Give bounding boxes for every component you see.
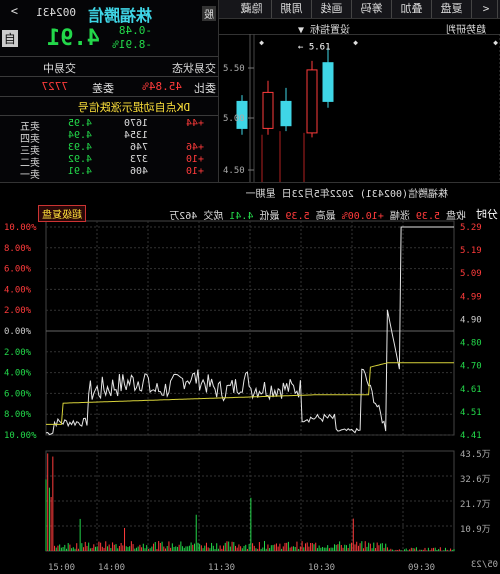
intraday-chart: 5.29 5.19 5.09 4.99 4.90 4.80 4.70 4.61 4.51 4.41…: [4, 220, 491, 573]
pct-tick-6: 2.00%: [4, 348, 32, 358]
order-price: 4.92: [67, 154, 92, 165]
price-tick-2: 5.09: [460, 269, 482, 279]
order-vol: 1670: [123, 118, 148, 129]
kline-high-label: ← 5.61: [298, 42, 331, 52]
pct-tick-1: 8.00%: [4, 244, 32, 254]
order-vol: 406: [129, 166, 148, 177]
stock-name: 株福腾信: [87, 6, 152, 25]
order-chg: +10: [185, 154, 204, 165]
order-price: 4.94: [67, 130, 92, 141]
kline-y-label-2: 4.50: [223, 166, 245, 176]
vol-tick-3: 10.9万: [460, 525, 491, 535]
vol-tick-2: 21.7万: [460, 500, 491, 510]
price-change-pct: -8.91%: [112, 38, 152, 51]
price-tick-8: 4.51: [460, 408, 482, 418]
tab-b[interactable]: 股: [202, 6, 216, 21]
price-tick-6: 4.70: [460, 362, 482, 372]
price-tick-9: 4.41: [460, 431, 482, 441]
time-tick-4: 15:00: [48, 563, 75, 573]
kline-chart: 5.50 5.00 4.50 ← 5.61: [223, 34, 500, 182]
pct-tick-7: 4.00%: [4, 369, 32, 379]
ratio-label: 委比: [194, 82, 216, 95]
toolbar-button-3[interactable]: 画线: [312, 0, 352, 18]
order-vol: 746: [129, 142, 148, 153]
kline-y-label-0: 5.50: [223, 64, 245, 74]
order-chg: +46: [185, 142, 204, 153]
order-chg: +10: [185, 166, 204, 177]
kline-panel: 夏盘 叠加 筹码 画线 周期 隐藏 < 趋势研判 ◆ ◆ ◆ 设置指标 ▼ 5.50 5.00…: [219, 0, 500, 182]
kline-candle-3: [262, 91, 274, 129]
time-tick-0: 09:30: [408, 563, 435, 573]
kline-candle-1: [306, 69, 318, 134]
price-tick-5: 4.80: [460, 339, 482, 349]
order-vol: 373: [129, 154, 148, 165]
toolbar-button-5[interactable]: 隐藏: [232, 0, 272, 18]
price-tick-0: 5.29: [460, 223, 482, 233]
kline-y-label-1: 5.00: [223, 114, 245, 124]
ratio-value: 45.84%: [142, 80, 182, 93]
order-vol: 1354: [123, 130, 148, 141]
price-tick-4: 4.90: [460, 315, 482, 325]
intraday-panel: 5.29 5.19 5.09 4.99 4.90 4.80 4.70 4.61 4.51 4.41…: [0, 182, 500, 574]
current-price: 4.91: [47, 26, 100, 51]
pct-tick-3: 4.00%: [4, 285, 32, 295]
time-tick-3: 14:00: [98, 563, 125, 573]
toolbar: 夏盘 叠加 筹码 画线 周期 隐藏 <: [219, 0, 500, 19]
price-tick-7: 4.61: [460, 385, 482, 395]
toolbar-button-0[interactable]: 夏盘: [432, 0, 472, 18]
nav-next-button[interactable]: >: [11, 4, 18, 18]
price-change: -0.48: [118, 24, 152, 37]
order-price: 4.95: [67, 118, 92, 129]
quote-panel: 株福腾信 002431 > 股 4.91 -0.48 -8.91% 自 交易状态…: [0, 0, 219, 182]
toolbar-button-1[interactable]: 叠加: [392, 0, 432, 18]
pct-tick-9: 8.00%: [4, 410, 32, 420]
order-chg: +44: [185, 118, 204, 129]
pct-tick-4: 2.00%: [4, 306, 32, 316]
price-tick-3: 4.99: [460, 292, 482, 302]
tab-a[interactable]: 自: [1, 30, 18, 47]
vol-tick-1: 32.6万: [460, 475, 491, 485]
price-tick-1: 5.19: [460, 246, 482, 256]
time-tick-1: 10:30: [308, 563, 335, 573]
pct-tick-5: 0.00%: [4, 327, 32, 337]
order-book: 卖五 4.95 1670 +44 卖四 4.94 1354 卖三 4.93 746 +46 卖二 4.9…: [0, 118, 218, 181]
vol-tick-0: 43.5万: [460, 450, 491, 460]
order-book-row: 卖一 4.91 406 +10: [0, 166, 218, 181]
pct-tick-0: 10.00%: [4, 223, 37, 233]
pct-tick-8: 6.00%: [4, 389, 32, 399]
stock-code: 002431: [36, 6, 76, 19]
kline-candle-2: [280, 100, 292, 127]
tab-trade-status[interactable]: 交易状态: [172, 60, 216, 76]
pct-tick-10: 10.00%: [4, 431, 37, 441]
promo-link[interactable]: DK点自动提示涨跌信号: [78, 99, 190, 115]
order-name: 卖一: [20, 170, 40, 181]
toolbar-button-2[interactable]: 筹码: [352, 0, 392, 18]
kline-candle-0: [322, 62, 334, 102]
order-price: 4.93: [67, 142, 92, 153]
time-tick-2: 11:30: [208, 563, 235, 573]
diff-value: 7727: [41, 80, 69, 93]
nav-prev-button[interactable]: <: [475, 0, 498, 18]
diff-label: 委差: [92, 82, 114, 95]
tab-trading[interactable]: 交易中: [43, 60, 76, 76]
order-price: 4.91: [67, 166, 92, 177]
pct-tick-2: 6.00%: [4, 265, 32, 275]
toolbar-button-4[interactable]: 周期: [272, 0, 312, 18]
